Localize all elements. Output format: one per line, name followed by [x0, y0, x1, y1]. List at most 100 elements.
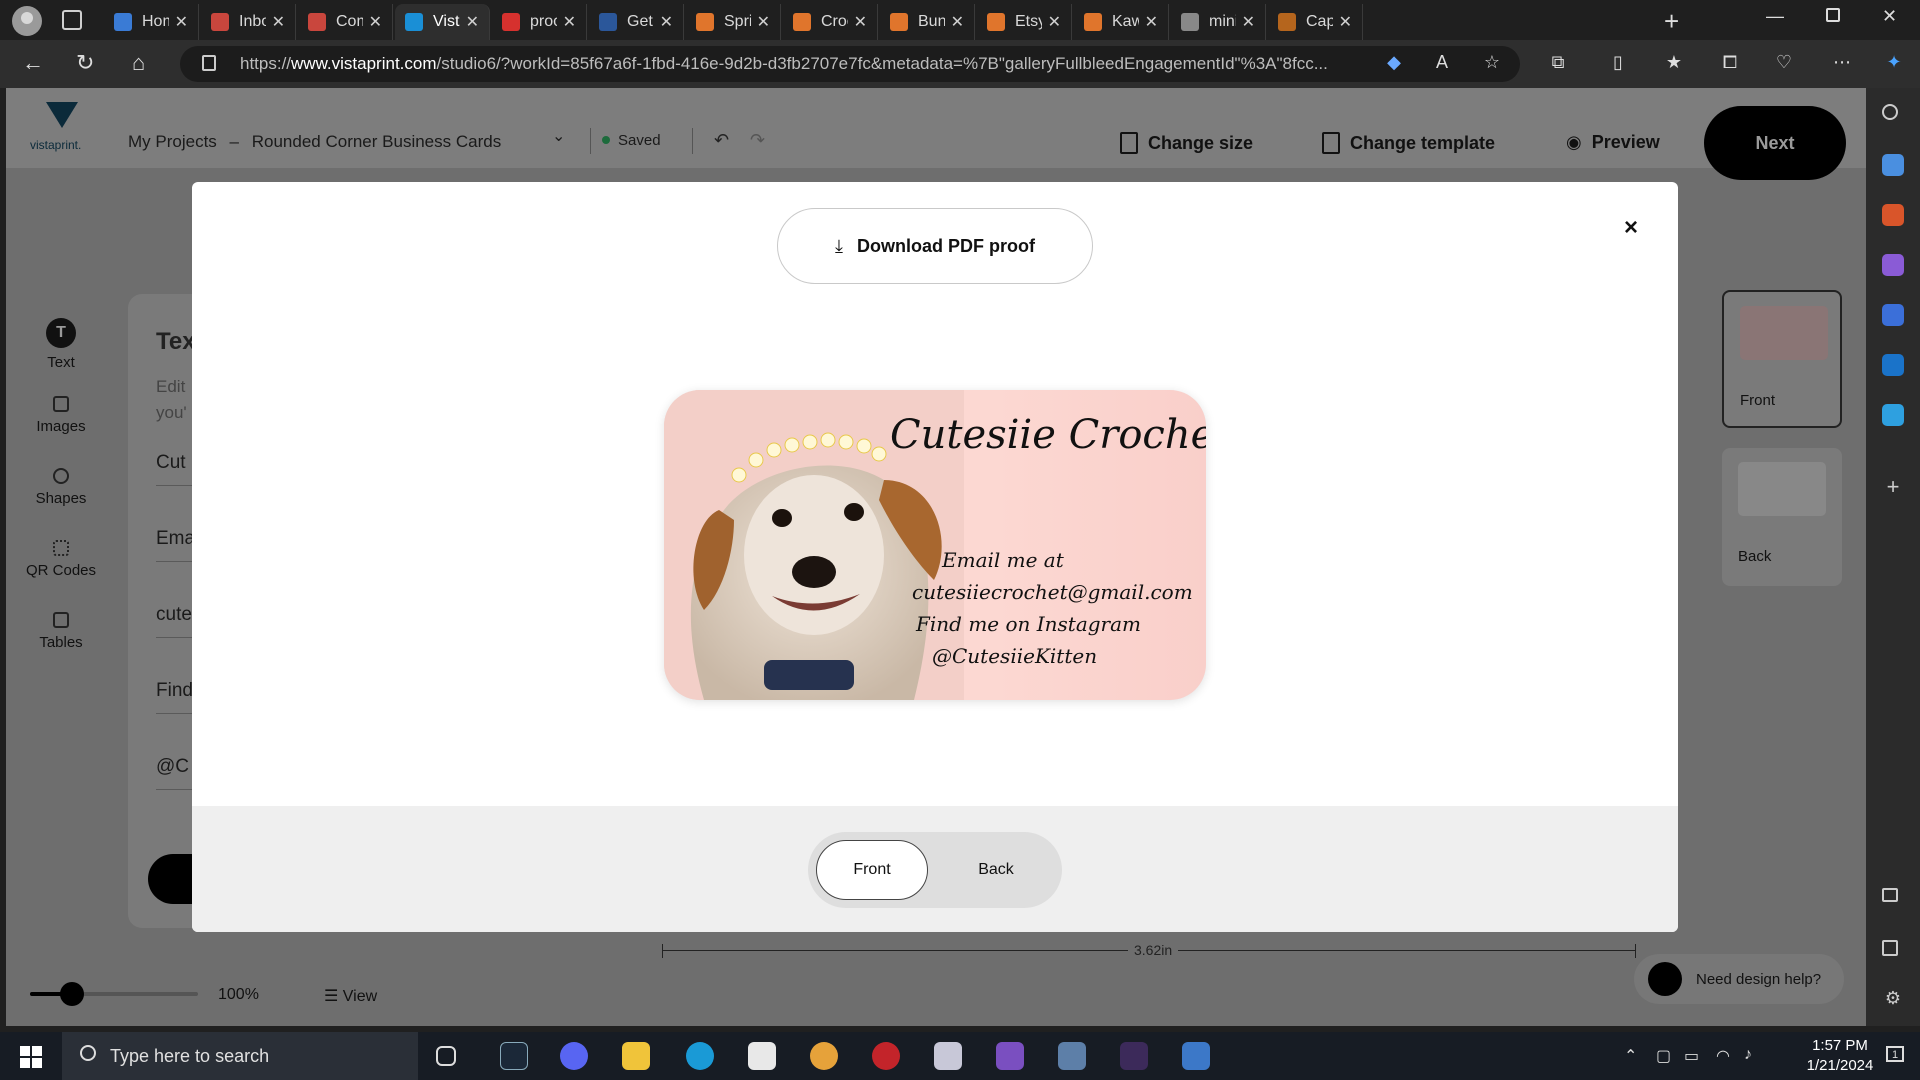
terminal-icon[interactable]: [1120, 1042, 1148, 1070]
calculator-icon[interactable]: [1182, 1042, 1210, 1070]
target-icon[interactable]: [872, 1042, 900, 1070]
discord-icon[interactable]: [560, 1042, 588, 1070]
games-icon[interactable]: [1882, 254, 1904, 276]
close-icon[interactable]: ×: [1624, 214, 1638, 242]
breadcrumb[interactable]: My Projects – Rounded Corner Business Ca…: [128, 132, 501, 152]
browser-tab[interactable]: Bunn ✕: [880, 4, 975, 40]
breadcrumb-projects[interactable]: My Projects: [128, 132, 217, 151]
wifi-icon[interactable]: ◠: [1716, 1046, 1730, 1066]
clock[interactable]: 1:57 PM 1/21/2024: [1800, 1036, 1880, 1076]
shopping-icon[interactable]: [1882, 154, 1904, 176]
close-tab-icon[interactable]: ✕: [854, 12, 867, 32]
price-tag-icon[interactable]: ◆: [1382, 52, 1406, 76]
split-screen-icon[interactable]: ▯: [1606, 52, 1630, 76]
toggle-back[interactable]: Back: [940, 840, 1052, 900]
favorite-star-icon[interactable]: ☆: [1480, 52, 1504, 76]
outlook-icon[interactable]: [1882, 354, 1904, 376]
tool-tables[interactable]: Tables: [6, 612, 116, 651]
close-tab-icon[interactable]: ✕: [563, 12, 576, 32]
download-pdf-button[interactable]: ⤓ Download PDF proof: [777, 208, 1093, 284]
favorites-icon[interactable]: ★: [1662, 52, 1686, 76]
close-tab-icon[interactable]: ✕: [466, 12, 479, 32]
extensions-icon[interactable]: ⧉: [1546, 52, 1570, 76]
zoom-handle[interactable]: [60, 982, 84, 1006]
close-tab-icon[interactable]: ✕: [1339, 12, 1352, 32]
tool-images[interactable]: Images: [6, 396, 116, 435]
notification-center-icon[interactable]: 1: [1886, 1046, 1904, 1062]
windows-start-icon[interactable]: [20, 1046, 42, 1068]
postgres-icon[interactable]: [1058, 1042, 1086, 1070]
task-view-icon[interactable]: [436, 1046, 456, 1066]
thumbnail-front[interactable]: Front: [1722, 290, 1842, 428]
close-tab-icon[interactable]: ✕: [660, 12, 673, 32]
chevron-down-icon[interactable]: ⌄: [552, 126, 565, 146]
refresh-icon[interactable]: ↻: [76, 50, 94, 76]
more-menu-icon[interactable]: ⋯: [1830, 52, 1854, 76]
volume-icon[interactable]: ♪: [1744, 1046, 1752, 1064]
browser-tab[interactable]: proof ✕: [492, 4, 587, 40]
browser-tab[interactable]: Sprin ✕: [686, 4, 781, 40]
close-tab-icon[interactable]: ✕: [1145, 12, 1158, 32]
browser-tab[interactable]: mini c ✕: [1171, 4, 1266, 40]
microsoft-store-icon[interactable]: [748, 1042, 776, 1070]
browser-tab[interactable]: Inbox ✕: [201, 4, 296, 40]
profile-avatar[interactable]: [12, 6, 42, 36]
redo-icon[interactable]: ↷: [750, 130, 765, 151]
tool-text[interactable]: T Text: [6, 318, 116, 371]
browser-tab[interactable]: VistaP ✕: [395, 4, 490, 40]
close-tab-icon[interactable]: ✕: [1242, 12, 1255, 32]
restore-icon[interactable]: [1826, 8, 1840, 22]
read-aloud-icon[interactable]: A: [1430, 52, 1454, 76]
close-window-icon[interactable]: ✕: [1882, 6, 1897, 27]
vistaprint-logo[interactable]: vistaprint.: [26, 102, 96, 162]
medal-icon[interactable]: [810, 1042, 838, 1070]
preview-button[interactable]: ◉ Preview: [1566, 132, 1660, 153]
close-tab-icon[interactable]: ✕: [757, 12, 770, 32]
toggle-front[interactable]: Front: [816, 840, 928, 900]
close-tab-icon[interactable]: ✕: [175, 12, 188, 32]
game-icon[interactable]: [934, 1042, 962, 1070]
steam-icon[interactable]: [500, 1042, 528, 1070]
sidebar-panel-icon[interactable]: [1882, 888, 1898, 902]
browser-tab[interactable]: Etsy - ✕: [977, 4, 1072, 40]
browser-tab[interactable]: Home ✕: [104, 4, 199, 40]
tray-chevron-icon[interactable]: ⌃: [1624, 1046, 1637, 1066]
meet-icon[interactable]: ▢: [1656, 1046, 1671, 1066]
file-explorer-icon[interactable]: [622, 1042, 650, 1070]
undo-icon[interactable]: ↶: [714, 130, 729, 151]
open-external-icon[interactable]: [1882, 940, 1898, 956]
back-icon[interactable]: ←: [22, 50, 44, 76]
browser-essentials-icon[interactable]: ♡: [1772, 52, 1796, 76]
office-icon[interactable]: [1882, 304, 1904, 326]
browser-tab[interactable]: Kawa ✕: [1074, 4, 1169, 40]
edge-icon[interactable]: [686, 1042, 714, 1070]
close-tab-icon[interactable]: ✕: [272, 12, 285, 32]
add-icon[interactable]: +: [1882, 476, 1904, 500]
copilot-icon[interactable]: ✦: [1882, 52, 1906, 76]
tool-qr-codes[interactable]: QR Codes: [6, 540, 116, 579]
change-template-button[interactable]: Change template: [1322, 132, 1495, 154]
change-size-button[interactable]: Change size: [1120, 132, 1253, 154]
browser-tab[interactable]: Croch ✕: [783, 4, 878, 40]
view-button[interactable]: ☰ View: [324, 986, 377, 1006]
close-tab-icon[interactable]: ✕: [1048, 12, 1061, 32]
close-tab-icon[interactable]: ✕: [951, 12, 964, 32]
send-icon[interactable]: [1882, 404, 1904, 426]
home-icon[interactable]: ⌂: [132, 50, 145, 76]
browser-tab[interactable]: Get y ✕: [589, 4, 684, 40]
tools-icon[interactable]: [1882, 204, 1904, 226]
browser-tab[interactable]: Comp ✕: [298, 4, 393, 40]
tool-shapes[interactable]: Shapes: [6, 468, 116, 507]
close-tab-icon[interactable]: ✕: [369, 12, 382, 32]
search-icon[interactable]: [1882, 104, 1898, 120]
address-bar[interactable]: https://www.vistaprint.com/studio6/?work…: [180, 46, 1520, 82]
new-tab-button[interactable]: +: [1664, 6, 1679, 37]
browser-tab[interactable]: Capsu ✕: [1268, 4, 1363, 40]
thumbnail-back[interactable]: Back: [1722, 448, 1842, 586]
visual-studio-icon[interactable]: [996, 1042, 1024, 1070]
design-help-button[interactable]: Need design help?: [1634, 954, 1844, 1004]
minimize-icon[interactable]: —: [1766, 6, 1784, 27]
collections-icon[interactable]: ⧠: [1718, 52, 1742, 76]
tab-actions-icon[interactable]: [62, 10, 82, 30]
settings-gear-icon[interactable]: ⚙: [1882, 988, 1904, 1010]
